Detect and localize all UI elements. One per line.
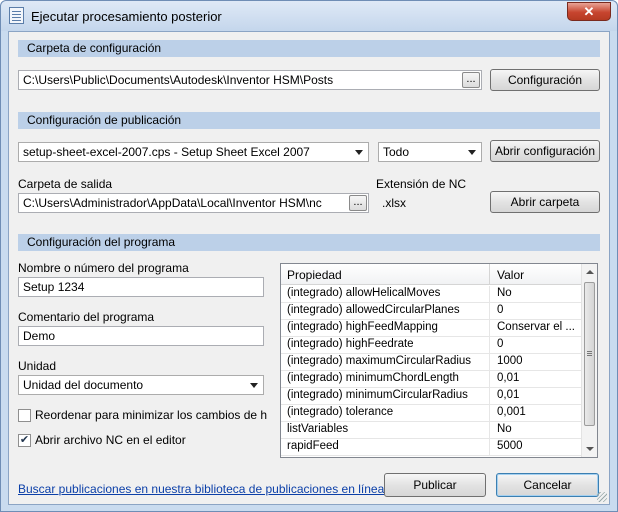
config-folder-browse-button[interactable]: ...	[462, 72, 480, 88]
output-folder-browse-button[interactable]: ...	[349, 195, 367, 211]
property-name: rapidFeed	[287, 440, 339, 452]
row-divider	[489, 388, 490, 405]
property-row[interactable]: (integrado) maximumCircularRadius 1000	[281, 354, 583, 371]
chevron-down-icon	[468, 150, 476, 155]
property-name: (integrado) allowedCircularPlanes	[287, 304, 460, 316]
config-folder-header: Carpeta de configuración	[18, 40, 600, 57]
property-name: (integrado) minimumChordLength	[287, 372, 459, 384]
reorder-label: Reordenar para minimizar los cambios de …	[35, 408, 267, 422]
row-divider	[489, 439, 490, 456]
open-configuration-button[interactable]: Abrir configuración	[490, 140, 600, 162]
property-name: listVariables	[287, 423, 349, 435]
property-value[interactable]: 0,01	[497, 372, 581, 384]
property-row[interactable]: (integrado) allowHelicalMoves No	[281, 286, 583, 303]
scroll-thumb[interactable]	[584, 282, 595, 426]
property-value[interactable]: No	[497, 287, 581, 299]
property-name: (integrado) minimumCircularRadius	[287, 389, 468, 401]
property-row[interactable]: rapidFeed 5000	[281, 439, 583, 456]
program-comment-label: Comentario del programa	[18, 310, 155, 324]
output-folder-field[interactable]: C:\Users\Administrador\AppData\Local\Inv…	[18, 193, 369, 213]
chevron-down-icon	[250, 383, 258, 388]
title-bar: Ejecutar procesamiento posterior ✕	[1, 1, 617, 31]
nc-extension-value: .xlsx	[378, 193, 482, 213]
property-row[interactable]: (integrado) highFeedMapping Conservar el …	[281, 320, 583, 337]
property-value[interactable]: 5000	[497, 440, 581, 452]
property-row[interactable]: (integrado) minimumCircularRadius 0,01	[281, 388, 583, 405]
property-row[interactable]: (integrado) minimumChordLength 0,01	[281, 371, 583, 388]
row-divider	[489, 286, 490, 303]
row-divider	[489, 405, 490, 422]
program-name-label: Nombre o número del programa	[18, 261, 189, 275]
property-grid-body: (integrado) allowHelicalMoves No (integra…	[281, 286, 583, 456]
property-row[interactable]: (integrado) tolerance 0,001	[281, 405, 583, 422]
property-row[interactable]: (integrado) highFeedrate 0	[281, 337, 583, 354]
filter-selected-value: Todo	[383, 145, 410, 159]
unit-label: Unidad	[18, 359, 57, 373]
property-value[interactable]: Conservar el ...	[497, 321, 581, 333]
property-row[interactable]: (integrado) allowedCircularPlanes 0	[281, 303, 583, 320]
column-divider[interactable]	[489, 264, 490, 285]
row-divider	[489, 422, 490, 439]
unit-selected-value: Unidad del documento	[23, 378, 144, 392]
chevron-down-icon	[355, 150, 363, 155]
checkmark-icon: ✔	[19, 434, 30, 446]
property-name: (integrado) tolerance	[287, 406, 394, 418]
dialog-body: Carpeta de configuración C:\Users\Public…	[8, 31, 610, 505]
property-grid[interactable]: Propiedad Valor (integrado) allowHelical…	[280, 263, 598, 458]
resize-grip[interactable]	[597, 492, 607, 502]
property-value[interactable]: 0,01	[497, 389, 581, 401]
property-name: (integrado) maximumCircularRadius	[287, 355, 472, 367]
config-folder-field[interactable]: C:\Users\Public\Documents\Autodesk\Inven…	[18, 70, 482, 90]
open-folder-button[interactable]: Abrir carpeta	[490, 191, 600, 213]
post-button[interactable]: Publicar	[384, 473, 486, 497]
reorder-checkbox[interactable]	[18, 409, 31, 422]
nc-extension-label: Extensión de NC	[376, 177, 467, 191]
property-column-header[interactable]: Propiedad	[287, 268, 342, 282]
program-name-field[interactable]: Setup 1234	[18, 277, 264, 297]
output-folder-label: Carpeta de salida	[18, 177, 113, 191]
row-divider	[489, 303, 490, 320]
publication-config-header: Configuración de publicación	[18, 112, 600, 129]
window-title: Ejecutar procesamiento posterior	[31, 9, 222, 24]
property-value[interactable]: 0,001	[497, 406, 581, 418]
post-selected-value: setup-sheet-excel-2007.cps - Setup Sheet…	[23, 145, 310, 159]
document-icon	[9, 7, 24, 24]
property-grid-header: Propiedad Valor	[281, 264, 583, 285]
property-value[interactable]: No	[497, 423, 581, 435]
filter-selector[interactable]: Todo	[378, 142, 482, 162]
property-value[interactable]: 1000	[497, 355, 581, 367]
row-divider	[489, 371, 490, 388]
configuration-button[interactable]: Configuración	[490, 69, 600, 91]
value-column-header[interactable]: Valor	[497, 268, 524, 282]
property-name: (integrado) highFeedrate	[287, 338, 414, 350]
post-selector[interactable]: setup-sheet-excel-2007.cps - Setup Sheet…	[18, 142, 369, 162]
open-nc-label: Abrir archivo NC en el editor	[35, 433, 186, 447]
scroll-down-arrow-icon[interactable]	[586, 447, 594, 451]
row-divider	[489, 320, 490, 337]
post-process-dialog: Ejecutar procesamiento posterior ✕ Carpe…	[0, 0, 618, 512]
property-value[interactable]: 0	[497, 338, 581, 350]
property-grid-scrollbar[interactable]	[581, 264, 597, 457]
property-value[interactable]: 0	[497, 304, 581, 316]
program-comment-field[interactable]: Demo	[18, 326, 264, 346]
property-name: (integrado) highFeedMapping	[287, 321, 438, 333]
scroll-up-arrow-icon[interactable]	[586, 270, 594, 274]
row-divider	[489, 337, 490, 354]
property-name: (integrado) allowHelicalMoves	[287, 287, 441, 299]
online-library-link[interactable]: Buscar publicaciones en nuestra bibliote…	[18, 482, 384, 496]
close-button[interactable]: ✕	[567, 2, 611, 21]
cancel-button[interactable]: Cancelar	[496, 473, 599, 497]
program-config-header: Configuración del programa	[18, 234, 600, 251]
property-row[interactable]: listVariables No	[281, 422, 583, 439]
open-nc-checkbox[interactable]: ✔	[18, 434, 31, 447]
unit-selector[interactable]: Unidad del documento	[18, 375, 264, 395]
row-divider	[489, 354, 490, 371]
